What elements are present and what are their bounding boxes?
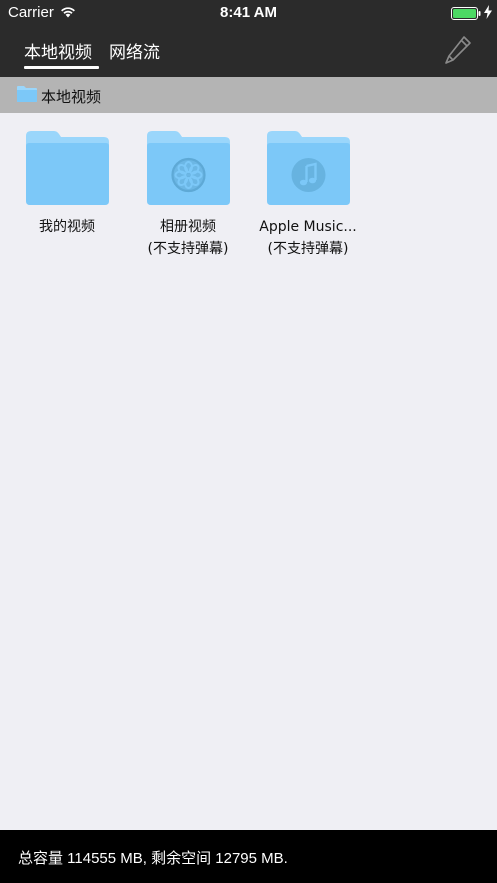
folder-item-my-videos[interactable]: 我的视频 — [7, 130, 127, 238]
breadcrumb-label: 本地视频 — [41, 88, 102, 106]
charging-icon — [484, 5, 492, 23]
storage-footer: 总容量 114555 MB, 剩余空间 12795 MB. — [0, 830, 497, 883]
top-bar: Carrier 8:41 AM 本地视频 网络流 — [0, 0, 497, 77]
folder-name: Apple Music... — [259, 219, 357, 235]
folder-icon — [26, 131, 109, 205]
folder-note: (不支持弹幕) — [147, 241, 229, 257]
breadcrumb: 本地视频 — [0, 77, 497, 113]
folder-name: 相册视频 — [160, 219, 216, 235]
tab-network-stream[interactable]: 网络流 — [109, 38, 160, 63]
folder-label: Apple Music... (不支持弹幕) — [248, 216, 368, 260]
folder-name: 我的视频 — [39, 219, 95, 235]
tab-local-videos[interactable]: 本地视频 — [24, 38, 92, 63]
tab-selected-indicator — [24, 66, 99, 69]
music-folder-icon — [267, 131, 350, 205]
folder-label: 相册视频 (不支持弹幕) — [128, 216, 248, 260]
folder-item-apple-music[interactable]: Apple Music... (不支持弹幕) — [248, 130, 368, 260]
status-bar: Carrier 8:41 AM — [0, 0, 497, 26]
folder-label: 我的视频 — [7, 216, 127, 238]
clock: 8:41 AM — [220, 4, 277, 21]
folder-icon — [16, 85, 38, 107]
edit-button[interactable] — [443, 34, 473, 66]
photos-folder-icon — [147, 131, 230, 205]
battery-icon — [451, 7, 481, 24]
storage-info: 总容量 114555 MB, 剩余空间 12795 MB. — [18, 850, 288, 867]
folder-note: (不支持弹幕) — [267, 241, 349, 257]
folder-item-album-videos[interactable]: 相册视频 (不支持弹幕) — [128, 130, 248, 260]
pencil-icon — [445, 36, 471, 64]
